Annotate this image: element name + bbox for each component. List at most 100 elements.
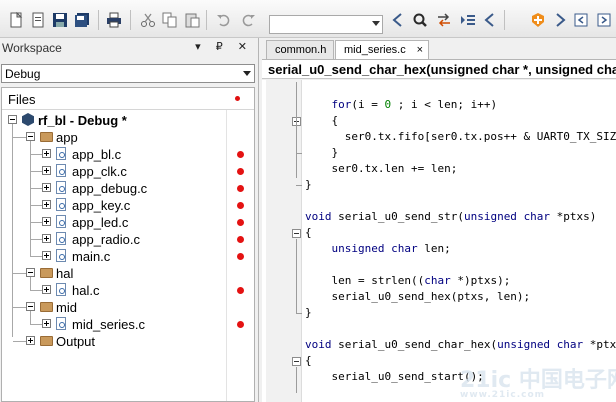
replace-icon[interactable]	[436, 12, 452, 28]
project-tree-item[interactable]: rf_bl - Debug *	[2, 112, 254, 129]
tab-mid_series-c[interactable]: mid_series.c ×	[335, 40, 429, 60]
chevron-down-icon[interactable]	[372, 21, 380, 26]
code-line: {	[305, 226, 312, 239]
tab-label: mid_series.c	[344, 44, 406, 56]
c-file-icon	[56, 198, 66, 211]
redo-icon[interactable]	[240, 12, 256, 28]
next-icon[interactable]	[597, 12, 613, 28]
fold-gutter	[266, 80, 302, 402]
prev-icon[interactable]	[482, 12, 498, 28]
tree-connector-line	[30, 311, 31, 325]
tree-connector-line	[31, 324, 42, 325]
save-all-icon[interactable]	[74, 12, 90, 28]
find-icon[interactable]	[412, 12, 428, 28]
c-file-icon	[56, 283, 66, 296]
workspace-title: Workspace	[2, 41, 62, 55]
copy-icon[interactable]	[162, 12, 178, 28]
folder-tree-item[interactable]: Output	[2, 333, 254, 350]
folder-tree-item[interactable]: hal	[2, 265, 254, 282]
collapse-icon[interactable]	[8, 115, 17, 124]
tree-item-label: app_key.c	[72, 198, 131, 213]
fold-toggle-icon[interactable]	[292, 357, 301, 366]
expand-icon[interactable]	[42, 319, 51, 328]
toolbar-separator	[504, 10, 505, 30]
modified-status-icon	[237, 202, 244, 209]
code-editor[interactable]: for(i = 0 ; i < len; i++) { ser0.tx.fifo…	[262, 80, 616, 402]
code-line: {	[305, 114, 339, 127]
expand-icon[interactable]	[42, 217, 51, 226]
modified-status-icon	[237, 219, 244, 226]
next-bookmark-icon[interactable]	[552, 12, 568, 28]
expand-icon[interactable]	[42, 251, 51, 260]
tree-item-label: mid	[56, 300, 77, 315]
modified-status-icon	[237, 253, 244, 260]
tree-connector-line	[31, 290, 42, 291]
new-file-icon[interactable]	[8, 12, 24, 28]
search-combo[interactable]	[269, 15, 383, 34]
workspace-header: Workspace ▾ ₽ ✕	[0, 38, 259, 58]
code-line: ser0.tx.fifo[ser0.tx.pos++ & UART0_TX_SI…	[344, 130, 616, 143]
fold-end-line	[296, 313, 302, 314]
tree-item-label: app_led.c	[72, 215, 129, 230]
collapse-icon[interactable]	[26, 268, 35, 277]
toolbar-separator	[130, 10, 131, 30]
modified-status-icon	[235, 96, 240, 101]
modified-status-icon	[237, 321, 244, 328]
expand-icon[interactable]	[42, 149, 51, 158]
configuration-value: Debug	[5, 67, 41, 81]
collapse-icon[interactable]	[26, 132, 35, 141]
modified-status-icon	[237, 168, 244, 175]
bookmark-icon[interactable]	[530, 12, 546, 28]
c-file-icon	[56, 147, 66, 160]
toolbar-separator	[206, 10, 207, 30]
folder-icon	[40, 302, 53, 312]
fold-line	[296, 367, 297, 393]
chevron-down-icon[interactable]	[243, 71, 251, 76]
editor-tabs: common.h mid_series.c ×	[262, 38, 616, 60]
code-line: ser0.tx.len += len;	[305, 162, 458, 175]
cut-icon[interactable]	[140, 12, 156, 28]
expand-icon[interactable]	[42, 285, 51, 294]
expand-icon[interactable]	[26, 336, 35, 345]
tree-connector-line	[31, 205, 42, 206]
open-file-icon[interactable]	[30, 12, 46, 28]
folder-tree-item[interactable]: app	[2, 129, 254, 146]
collapse-icon[interactable]	[26, 302, 35, 311]
paste-icon[interactable]	[184, 12, 200, 28]
goto-icon[interactable]	[460, 12, 476, 28]
expand-icon[interactable]	[42, 183, 51, 192]
modified-status-icon	[237, 185, 244, 192]
watermark-logo: 21ic 中国电子网 www.21ic.com	[460, 362, 616, 400]
expand-icon[interactable]	[42, 166, 51, 175]
c-file-icon	[56, 181, 66, 194]
tree-connector-line	[13, 273, 26, 274]
folder-tree-item[interactable]: mid	[2, 299, 254, 316]
function-navigation-bar[interactable]: serial_u0_send_char_hex(unsigned char *,…	[262, 59, 616, 79]
tree-item-label: rf_bl - Debug *	[38, 113, 127, 128]
tree-item-label: app_radio.c	[72, 232, 140, 247]
tree-item-label: hal.c	[72, 283, 100, 298]
print-icon[interactable]	[106, 12, 122, 28]
save-icon[interactable]	[52, 12, 68, 28]
tree-connector-line	[13, 137, 26, 138]
tree-item-label: Output	[56, 334, 96, 349]
fold-line	[296, 127, 297, 153]
expand-icon[interactable]	[42, 200, 51, 209]
prev-bookmark-icon[interactable]	[574, 12, 590, 28]
tab-common-h[interactable]: common.h	[266, 40, 334, 59]
workspace-controls[interactable]: ▾ ₽ ✕	[195, 40, 253, 53]
ide-window: Workspace ▾ ₽ ✕ Debug Files rf_bl - Debu…	[0, 0, 616, 402]
configuration-select[interactable]: Debug	[1, 64, 255, 83]
tree-connector-line	[31, 256, 42, 257]
tree-connector-line	[31, 222, 42, 223]
c-file-icon	[56, 317, 66, 330]
tree-connector-line	[13, 307, 26, 308]
fold-toggle-icon[interactable]	[292, 229, 301, 238]
close-icon[interactable]: ×	[417, 44, 423, 56]
back-icon[interactable]	[390, 12, 406, 28]
undo-icon[interactable]	[216, 12, 232, 28]
files-column-header[interactable]: Files	[2, 88, 254, 110]
expand-icon[interactable]	[42, 234, 51, 243]
